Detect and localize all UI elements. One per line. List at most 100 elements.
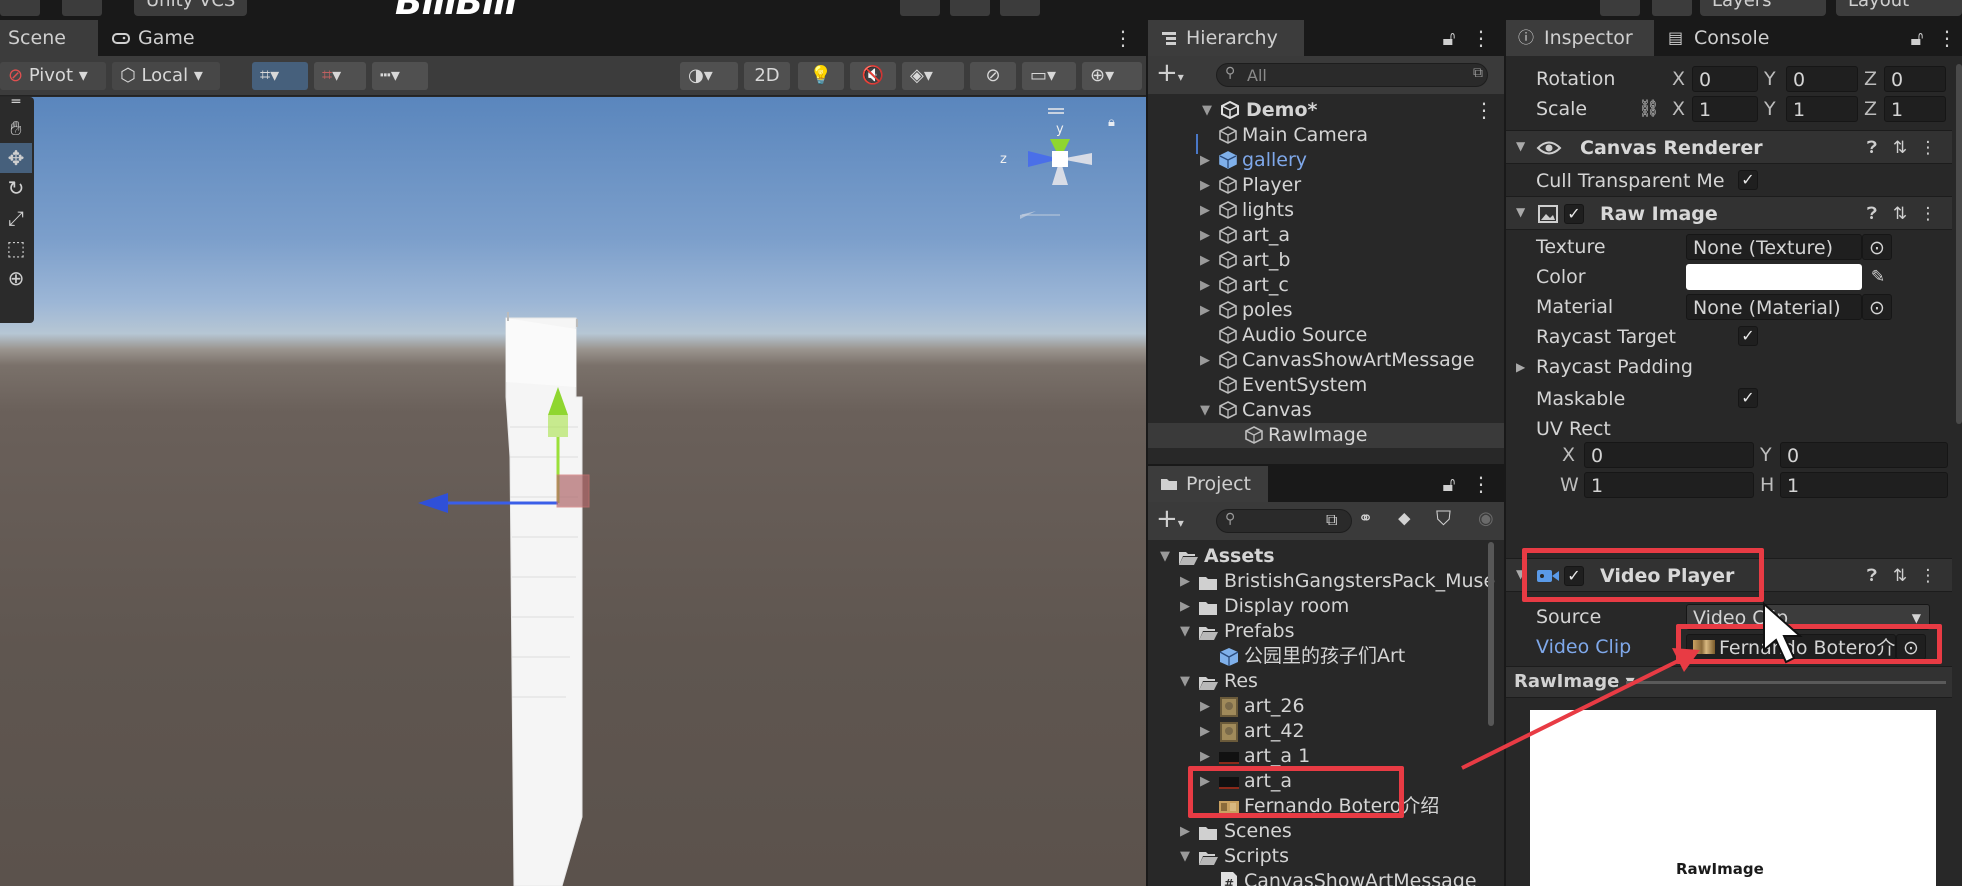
expand-arrow-icon[interactable]: ▼	[1180, 619, 1194, 644]
warning-shield-icon[interactable]: ⛉	[1436, 506, 1451, 530]
hierarchy-search-input[interactable]: ⚲ All ⧉	[1216, 63, 1488, 87]
raycast-padding-label[interactable]: Raycast Padding	[1536, 352, 1693, 382]
hierarchy-item[interactable]: ▶ CanvasShowArtMessage	[1148, 348, 1504, 373]
expand-arrow-icon[interactable]: ▼	[1202, 98, 1216, 123]
visibility-eye-icon[interactable]: ◉	[1478, 508, 1494, 529]
layout-dropdown[interactable]: Layout	[1836, 0, 1962, 16]
create-button[interactable]: +▾	[1156, 60, 1184, 90]
project-item[interactable]: ▶ BristishGangstersPack_Muse	[1148, 569, 1495, 594]
search-by-type-icon[interactable]: ⧉	[1326, 510, 1337, 530]
step-button[interactable]	[1000, 0, 1040, 16]
visibility-toggle[interactable]: ⊘	[970, 62, 1016, 90]
hierarchy-item[interactable]: ▶ art_c	[1148, 273, 1504, 298]
canvas-renderer-header[interactable]: ▼ Canvas Renderer ❓︎ ⇅ ⋮	[1506, 130, 1952, 164]
preview-drag-handle[interactable]	[1626, 681, 1946, 684]
tab-game[interactable]: Game	[100, 20, 200, 56]
raw-image-enabled-checkbox[interactable]: ✓	[1564, 204, 1584, 224]
expand-arrow-icon[interactable]: ▼	[1160, 544, 1174, 569]
expand-arrow-icon[interactable]: ▶	[1200, 148, 1214, 173]
hierarchy-item[interactable]: ▶ art_a	[1148, 223, 1504, 248]
hierarchy-lock-icon[interactable]: 🔓︎	[1438, 26, 1460, 50]
project-item[interactable]: ▼ Scripts	[1148, 844, 1488, 869]
raw-image-menu-icon[interactable]: ⋮	[1918, 204, 1938, 224]
shading-mode-button[interactable]: ◑▾	[680, 62, 738, 90]
account-button[interactable]	[0, 0, 40, 16]
uv-w-input[interactable]: 1	[1584, 472, 1754, 498]
project-item[interactable]: 公园里的孩子们Art	[1148, 644, 1488, 669]
eyedropper-icon[interactable]: ✎	[1868, 267, 1888, 287]
tab-scene[interactable]: Scene	[0, 20, 98, 56]
toggle-2d-button[interactable]: 2D	[744, 62, 790, 90]
material-field[interactable]: None (Material)	[1686, 294, 1862, 320]
grid-snap-button[interactable]: ⌗▾	[252, 62, 308, 90]
rail-handle-icon[interactable]: ═	[0, 95, 32, 113]
component-menu-icon[interactable]: ⋮	[1918, 138, 1938, 158]
scene-viewport[interactable]: y z 🔒︎	[0, 97, 1146, 886]
raw-image-foldout-icon[interactable]: ▼	[1516, 205, 1525, 219]
project-item[interactable]: ▶ art_42	[1148, 719, 1488, 744]
expand-arrow-icon[interactable]: ▶	[1180, 569, 1194, 594]
hierarchy-item[interactable]: ▶ poles	[1148, 298, 1504, 323]
video-player-help-icon[interactable]: ❓︎	[1862, 566, 1882, 586]
expand-arrow-icon[interactable]: ▶	[1200, 719, 1214, 744]
pause-button[interactable]	[950, 0, 990, 16]
expand-arrow-icon[interactable]: ▼	[1200, 398, 1214, 423]
rotation-x-input[interactable]: 0	[1692, 66, 1758, 92]
project-item[interactable]: ▶ Scenes	[1148, 819, 1488, 844]
project-create-button[interactable]: +▾	[1156, 506, 1184, 536]
hierarchy-item[interactable]: ▶ Player	[1148, 173, 1504, 198]
hierarchy-menu-icon[interactable]: ⋮	[1470, 26, 1492, 50]
video-player-menu-icon[interactable]: ⋮	[1918, 566, 1938, 586]
tab-console[interactable]: ▤ Console	[1656, 20, 1796, 56]
hierarchy-item[interactable]: Audio Source	[1148, 323, 1504, 348]
project-menu-icon[interactable]: ⋮	[1470, 472, 1492, 496]
expand-arrow-icon[interactable]: ▶	[1200, 223, 1214, 248]
link-scale-icon[interactable]: ⛓︎	[1638, 99, 1660, 119]
transform-tool-icon[interactable]: ⊕	[0, 263, 32, 293]
expand-arrow-icon[interactable]: ▶	[1200, 198, 1214, 223]
raw-image-help-icon[interactable]: ❓︎	[1862, 204, 1882, 224]
project-lock-icon[interactable]: 🔓︎	[1438, 472, 1460, 496]
uv-h-input[interactable]: 1	[1780, 472, 1948, 498]
scale-tool-icon[interactable]: ⤢	[0, 203, 32, 233]
expand-arrow-icon[interactable]: ▶	[1200, 298, 1214, 323]
rotate-tool-icon[interactable]: ↻	[0, 173, 32, 203]
gizmo-lock-icon[interactable]: 🔒︎	[1108, 115, 1115, 130]
hierarchy-item[interactable]: ▶ art_b	[1148, 248, 1504, 273]
inspector-lock-icon[interactable]: 🔓︎	[1906, 26, 1928, 50]
rotation-z-input[interactable]: 0	[1884, 66, 1946, 92]
search-button[interactable]	[1652, 0, 1692, 16]
expand-arrow-icon[interactable]: ▼	[1180, 844, 1194, 869]
preview-dropdown[interactable]: RawImage ▾	[1514, 671, 1635, 692]
filter-by-label-icon[interactable]: ⚭	[1358, 508, 1373, 529]
lighting-toggle[interactable]: 💡	[798, 62, 844, 90]
hand-tool-icon[interactable]: ✋︎	[0, 113, 32, 143]
uv-x-input[interactable]: 0	[1584, 442, 1754, 468]
scene-root-menu-icon[interactable]: ⋮	[1474, 98, 1494, 123]
inspector-menu-icon[interactable]: ⋮	[1936, 26, 1958, 50]
tab-project[interactable]: Project	[1148, 466, 1268, 502]
increment-snap-button[interactable]: ⌗▾	[314, 62, 366, 90]
effects-dropdown[interactable]: ◈▾	[902, 62, 964, 90]
project-item[interactable]: ▶ Display room	[1148, 594, 1488, 619]
orientation-gizmo[interactable]: y z	[1000, 107, 1110, 227]
project-item[interactable]: ▼ Assets	[1148, 544, 1488, 569]
project-item[interactable]: # CanvasShowArtMessage	[1148, 869, 1488, 886]
maskable-checkbox[interactable]: ✓	[1738, 388, 1758, 408]
material-picker-icon[interactable]: ⊙	[1862, 294, 1892, 320]
cloud-button[interactable]	[62, 0, 102, 16]
scale-z-input[interactable]: 1	[1884, 96, 1946, 122]
hierarchy-item[interactable]: RawImage	[1148, 423, 1504, 448]
ruler-button[interactable]: ┅▾	[372, 62, 428, 90]
project-item[interactable]: ▼ Res	[1148, 669, 1488, 694]
rect-tool-icon[interactable]: ⬚	[0, 233, 32, 263]
project-scrollbar[interactable]	[1488, 542, 1494, 726]
gizmos-dropdown[interactable]: ⊕▾	[1082, 62, 1142, 90]
raycast-target-checkbox[interactable]: ✓	[1738, 326, 1758, 346]
expand-arrow-icon[interactable]: ▶	[1180, 819, 1194, 844]
help-icon[interactable]: ❓︎	[1862, 138, 1882, 158]
raw-image-header[interactable]: ▼ ✓ Raw Image ❓︎ ⇅ ⋮	[1506, 196, 1952, 230]
expand-arrow-icon[interactable]: ▶	[1200, 694, 1214, 719]
move-tool-icon[interactable]: ✥	[0, 143, 32, 173]
project-item[interactable]: ▶ art_26	[1148, 694, 1488, 719]
